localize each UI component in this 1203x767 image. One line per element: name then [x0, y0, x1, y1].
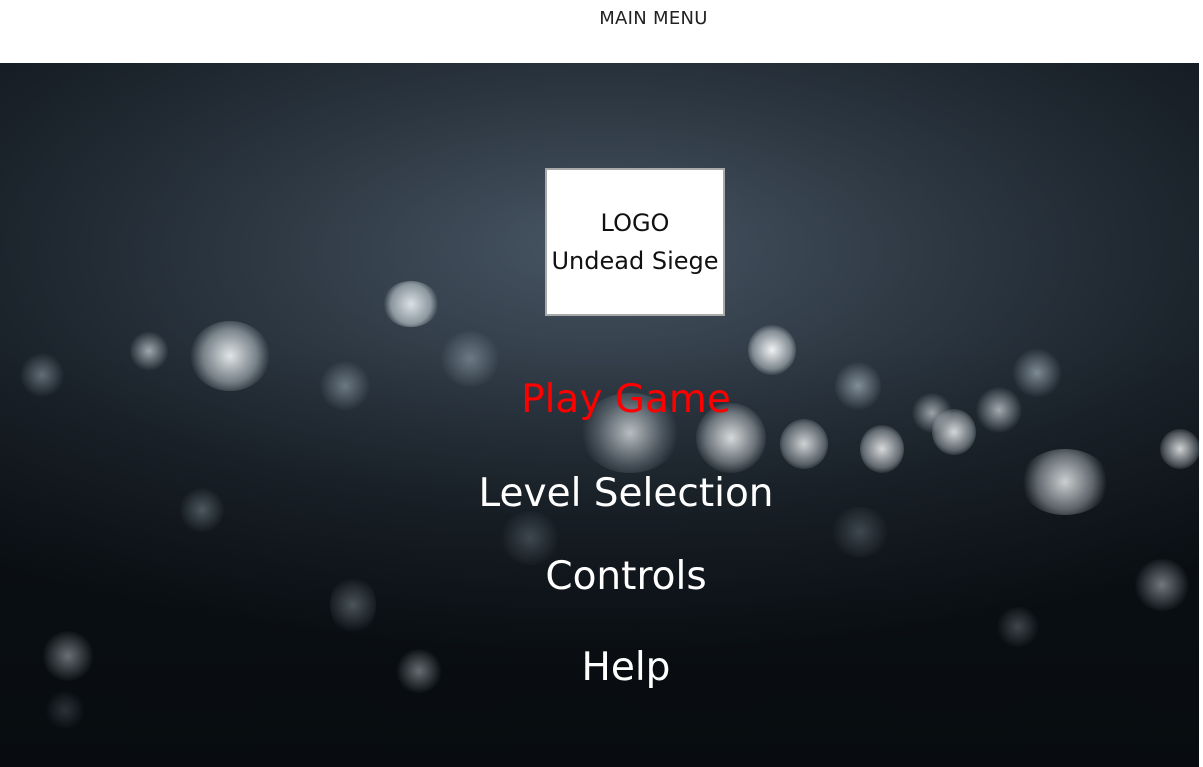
game-logo: LOGO Undead Siege: [545, 168, 725, 316]
logo-placeholder-label: LOGO: [600, 209, 670, 237]
menu-item-level-selection[interactable]: Level Selection: [0, 470, 1203, 518]
page-title: MAIN MENU: [599, 8, 708, 29]
menu-item-help[interactable]: Help: [0, 644, 1203, 692]
top-bar: MAIN MENU: [0, 0, 1203, 63]
menu-item-play-game[interactable]: Play Game: [0, 376, 1203, 424]
logo-game-title: Undead Siege: [551, 247, 719, 275]
menu-item-controls[interactable]: Controls: [0, 553, 1203, 601]
